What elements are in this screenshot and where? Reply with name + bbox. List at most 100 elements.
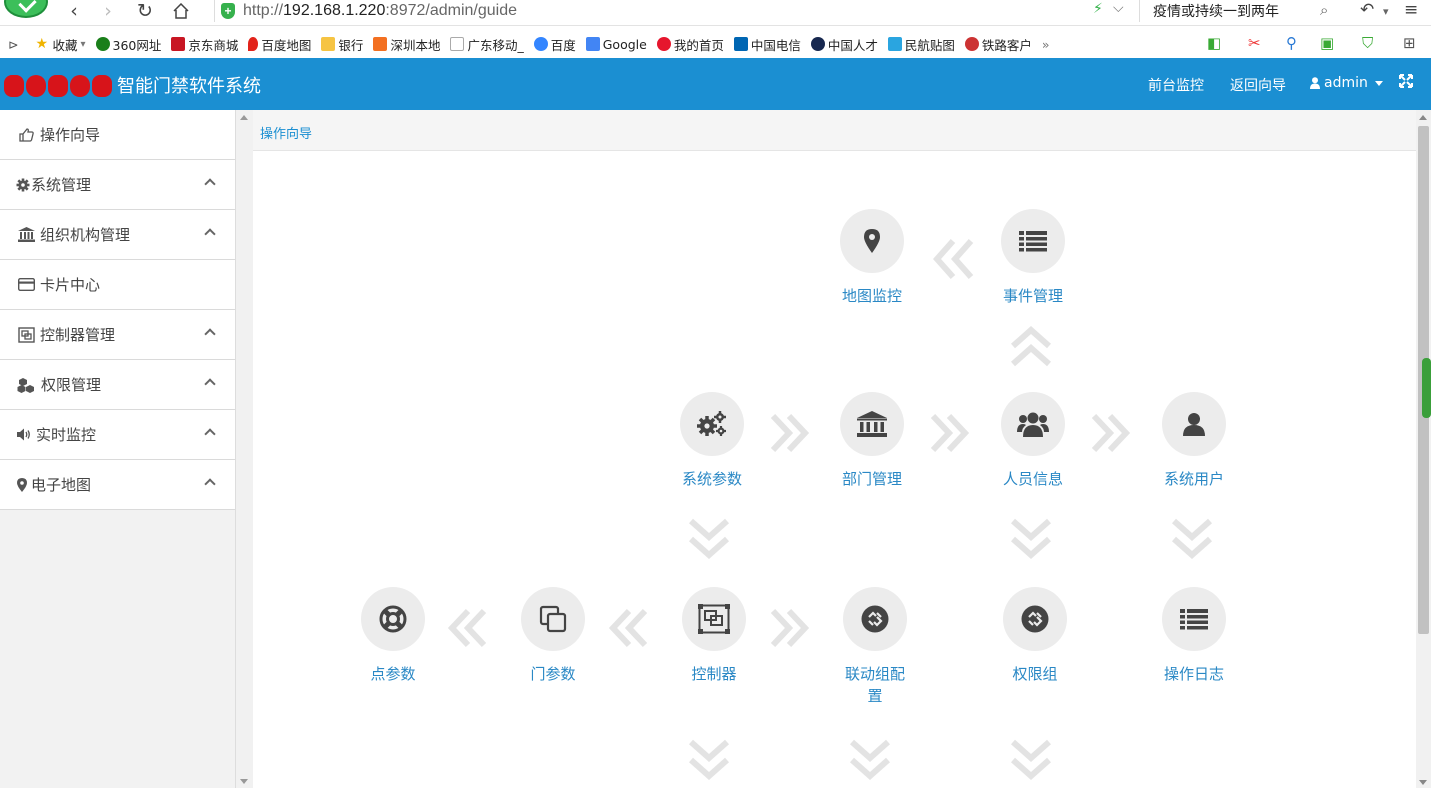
- undo-dropdown-icon[interactable]: ▾: [1383, 5, 1389, 27]
- address-bar[interactable]: + http://192.168.1.220:8972/admin/guide: [214, 0, 1134, 22]
- sidebar-item-label: 电子地图: [31, 476, 92, 494]
- guide-node-person-info[interactable]: 人员信息: [973, 392, 1093, 490]
- magnifier-icon[interactable]: ⚲: [1286, 34, 1297, 52]
- map-marker-icon: [840, 209, 904, 273]
- guide-node-label: 权限组: [1012, 665, 1058, 683]
- search-icon[interactable]: ⌕: [1320, 1, 1328, 19]
- bookmark-item[interactable]: 中国人才: [810, 35, 878, 54]
- copy-icon: [521, 587, 585, 651]
- menu-icon[interactable]: ≡: [1404, 0, 1418, 22]
- bookmark-item[interactable]: Google: [585, 37, 647, 52]
- guide-node-sys-user[interactable]: 系统用户: [1134, 392, 1254, 490]
- bookmark-item[interactable]: 百度: [533, 35, 576, 54]
- username: admin: [1324, 75, 1368, 91]
- sidebar-item-controller[interactable]: 控制器管理: [0, 310, 235, 360]
- fullscreen-icon[interactable]: [1399, 73, 1413, 93]
- scroll-down-arrow[interactable]: [1419, 780, 1427, 785]
- page-icon: [450, 37, 465, 51]
- sidebar-item-label: 实时监控: [36, 426, 97, 444]
- back-icon[interactable]: ‹: [62, 0, 86, 22]
- game-icon[interactable]: ▣: [1320, 34, 1334, 52]
- security-shield-icon[interactable]: ⛉: [1362, 34, 1373, 52]
- sidebar-item-label: 卡片中心: [40, 276, 101, 294]
- local-icon: [373, 37, 388, 51]
- sidebar-item-emap[interactable]: 电子地图: [0, 460, 235, 510]
- guide-node-linkage-group[interactable]: 联动组配置: [815, 587, 935, 707]
- sidebar-scrollbar[interactable]: [236, 110, 253, 788]
- sidebar-toggle-icon[interactable]: ⊳: [8, 37, 18, 52]
- chevron-double-right-icon: [930, 413, 969, 453]
- return-guide-link[interactable]: 返回向导: [1230, 75, 1286, 95]
- guide-node-sys-params[interactable]: 系统参数: [652, 392, 772, 490]
- list-icon: [1162, 587, 1226, 651]
- bookmark-item[interactable]: 民航贴图: [887, 35, 955, 54]
- guide-node-door-params[interactable]: 门参数: [493, 587, 613, 685]
- sidebar-item-label: 系统管理: [31, 176, 92, 194]
- front-monitor-link[interactable]: 前台监控: [1148, 75, 1204, 95]
- baidu-icon: [533, 37, 548, 51]
- guide-node-map-monitor[interactable]: 地图监控: [812, 209, 932, 307]
- bookmark-item[interactable]: 铁路客户: [964, 35, 1032, 54]
- address-dropdown-icon[interactable]: ⌵: [1113, 0, 1124, 16]
- map-pin-icon: [248, 37, 259, 51]
- guide-node-label: 点参数: [370, 665, 416, 683]
- guide-node-dept-mgmt[interactable]: 部门管理: [812, 392, 932, 490]
- sidebar-item-organization[interactable]: 组织机构管理: [0, 210, 235, 260]
- guide-node-event-mgmt[interactable]: 事件管理: [973, 209, 1093, 307]
- bookmark-item[interactable]: 中国电信: [733, 35, 801, 54]
- scroll-up-arrow[interactable]: [1419, 115, 1427, 120]
- chevron-up-icon: [204, 478, 216, 490]
- guide-node-point-params[interactable]: 点参数: [333, 587, 453, 685]
- bookmark-item[interactable]: 深圳本地: [373, 35, 440, 54]
- reload-icon[interactable]: ↻: [133, 0, 157, 22]
- guide-node-controller[interactable]: 控制器: [654, 587, 774, 685]
- guide-node-label: 系统参数: [681, 470, 742, 488]
- home-icon[interactable]: [169, 0, 193, 22]
- sidebar-item-permission[interactable]: 权限管理: [0, 360, 235, 410]
- guide-node-label: 控制器: [691, 665, 737, 683]
- bookmarks-more-button[interactable]: »: [1042, 37, 1050, 52]
- star-icon: ★: [35, 36, 49, 52]
- chevron-double-left-icon: [609, 608, 648, 648]
- sidebar-item-card-center[interactable]: 卡片中心: [0, 260, 235, 310]
- forward-icon[interactable]: ›: [96, 0, 120, 22]
- guide-node-label: 门参数: [530, 665, 576, 683]
- apps-grid-icon[interactable]: ⊞: [1403, 34, 1416, 52]
- chevron-up-icon: [204, 328, 216, 340]
- translate-icon[interactable]: ◧: [1207, 34, 1221, 52]
- sidebar-item-realtime[interactable]: 实时监控: [0, 410, 235, 460]
- scroll-up-arrow[interactable]: [240, 115, 248, 120]
- chevron-double-down-icon: [1011, 518, 1051, 559]
- sidebar-item-label: 控制器管理: [40, 326, 116, 344]
- bookmark-item[interactable]: 京东商城: [171, 35, 238, 54]
- guide-node-op-log[interactable]: 操作日志: [1134, 587, 1254, 685]
- controller-icon: [17, 326, 35, 343]
- bookmark-item[interactable]: ★ 收藏 ▾: [35, 35, 85, 54]
- plane-icon: [887, 37, 902, 51]
- bookmark-item[interactable]: 360网址: [95, 35, 161, 54]
- app-title: 智能门禁软件系统: [117, 76, 261, 97]
- weibo-icon: [656, 37, 671, 51]
- volume-icon: [17, 427, 33, 443]
- bookmark-item[interactable]: 广东移动_: [450, 35, 524, 54]
- guide-node-perm-group[interactable]: 权限组: [975, 587, 1095, 685]
- brand-logo: [4, 75, 112, 97]
- scissors-icon[interactable]: ✂: [1248, 34, 1261, 52]
- guide-node-label: 操作日志: [1163, 665, 1224, 683]
- undo-icon[interactable]: ↶: [1360, 0, 1374, 22]
- bookmark-item[interactable]: 我的首页: [656, 35, 724, 54]
- sidebar-item-guide[interactable]: 操作向导: [0, 110, 235, 160]
- bookmark-item[interactable]: 百度地图: [248, 35, 311, 54]
- lightning-icon[interactable]: ⚡: [1093, 1, 1103, 17]
- sidebar-item-system[interactable]: 系统管理: [0, 160, 235, 210]
- chevron-double-left-icon: [933, 239, 974, 279]
- browser-logo-icon[interactable]: [4, 0, 48, 18]
- user-menu[interactable]: admin: [1310, 75, 1383, 91]
- content-scrollbar[interactable]: [1416, 110, 1431, 788]
- search-input[interactable]: 疫情或持续一到两年: [1139, 0, 1339, 22]
- scroll-down-arrow[interactable]: [240, 779, 248, 784]
- chevron-double-down-icon: [850, 739, 890, 780]
- guide-node-label: 部门管理: [841, 470, 902, 488]
- chevron-double-left-icon: [448, 608, 487, 648]
- bookmark-item[interactable]: 银行: [321, 35, 363, 54]
